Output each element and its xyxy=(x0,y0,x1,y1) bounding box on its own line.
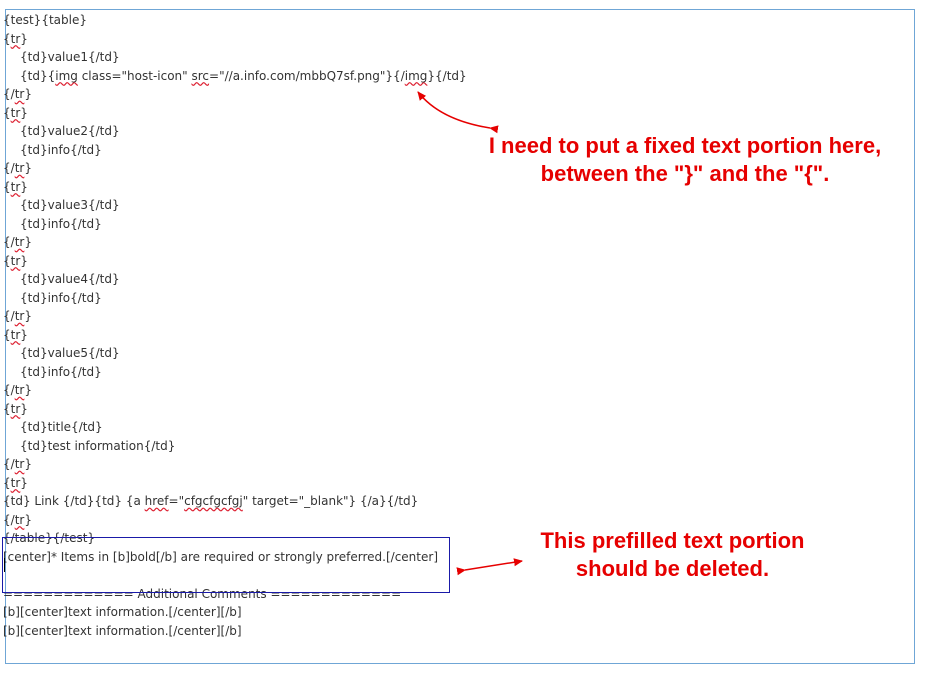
annotation-bottom-line-2: should be deleted. xyxy=(575,556,770,581)
annotation-bottom-line-1: This prefilled text portion xyxy=(540,528,805,553)
annotation-top-line-1: I need to put a fixed text portion here, xyxy=(488,133,882,158)
annotation-bottom-note: This prefilled text portion should be de… xyxy=(505,527,840,583)
arrow-to-img-tag xyxy=(417,91,499,134)
annotation-top-note: I need to put a fixed text portion here,… xyxy=(460,132,910,188)
annotation-top-line-2: between the "}" and the "{". xyxy=(540,161,830,186)
